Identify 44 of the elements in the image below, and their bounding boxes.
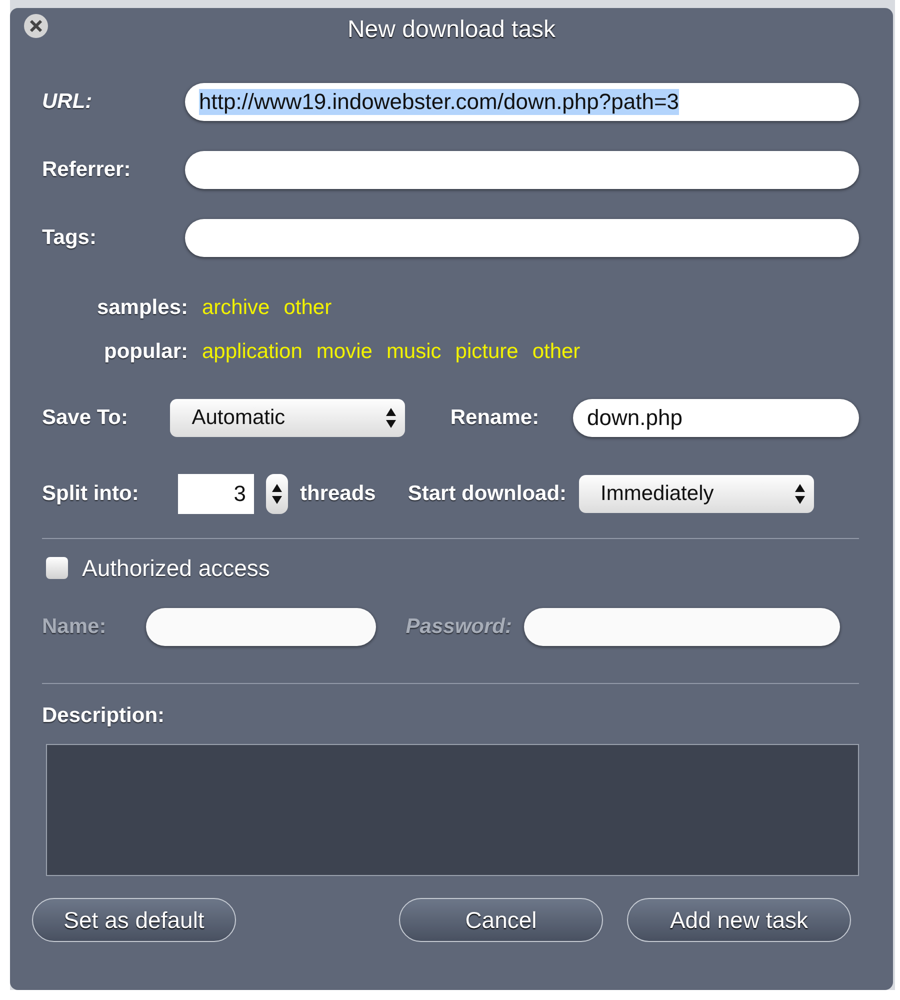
- close-button[interactable]: [24, 14, 48, 38]
- threads-field[interactable]: 3: [178, 474, 254, 514]
- field-label: Referrer:: [42, 158, 132, 182]
- input-field[interactable]: [524, 608, 840, 646]
- input-field[interactable]: [185, 151, 859, 189]
- tag-link[interactable]: archive: [202, 296, 270, 320]
- field-label: Name:: [42, 615, 108, 639]
- checkbox[interactable]: [46, 557, 68, 579]
- checkbox-label: Authorized access: [82, 554, 270, 582]
- description-field[interactable]: [46, 744, 859, 876]
- tag-link[interactable]: music: [386, 340, 442, 364]
- dialog-title: New download task: [347, 16, 556, 44]
- stepper[interactable]: [266, 474, 288, 514]
- input-field[interactable]: http://www19.indowebster.com/down.php?path=3: [185, 83, 859, 121]
- tag-group-label: popular:: [103, 340, 188, 364]
- field-label: Password:: [404, 615, 512, 639]
- updown-arrows-icon: [271, 482, 283, 506]
- field-label: Description:: [42, 704, 166, 728]
- save-to-select[interactable]: Automatic: [170, 399, 406, 437]
- dialog-button[interactable]: Add new task: [627, 898, 851, 942]
- tag-link[interactable]: application: [202, 340, 302, 364]
- input-field[interactable]: [185, 219, 859, 257]
- rename-field[interactable]: down.php: [573, 399, 860, 437]
- tag-link[interactable]: movie: [316, 340, 372, 364]
- field-label: Rename:: [449, 406, 540, 430]
- field-label: Save To:: [42, 406, 129, 430]
- start-download-select[interactable]: Immediately: [578, 475, 814, 513]
- field-value: down.php: [587, 405, 682, 431]
- dialog-button[interactable]: Cancel: [399, 898, 603, 942]
- set-default-button[interactable]: Set as default: [32, 898, 236, 942]
- tag-link[interactable]: other: [532, 340, 580, 364]
- close-icon: [29, 19, 43, 33]
- unit-label: threads: [300, 482, 376, 506]
- tag-link[interactable]: other: [284, 296, 332, 320]
- updown-arrows-icon: [385, 406, 398, 430]
- tag-link[interactable]: picture: [455, 340, 518, 364]
- tag-group-label: samples:: [96, 296, 188, 320]
- field-label: URL:: [42, 90, 94, 114]
- field-label: Tags:: [42, 226, 98, 250]
- updown-arrows-icon: [794, 482, 806, 506]
- field-label: Start download:: [408, 482, 567, 506]
- input-field[interactable]: [146, 608, 376, 646]
- field-label: Split into:: [42, 482, 140, 506]
- field-value: http://www19.indowebster.com/down.php?path=3: [199, 89, 680, 115]
